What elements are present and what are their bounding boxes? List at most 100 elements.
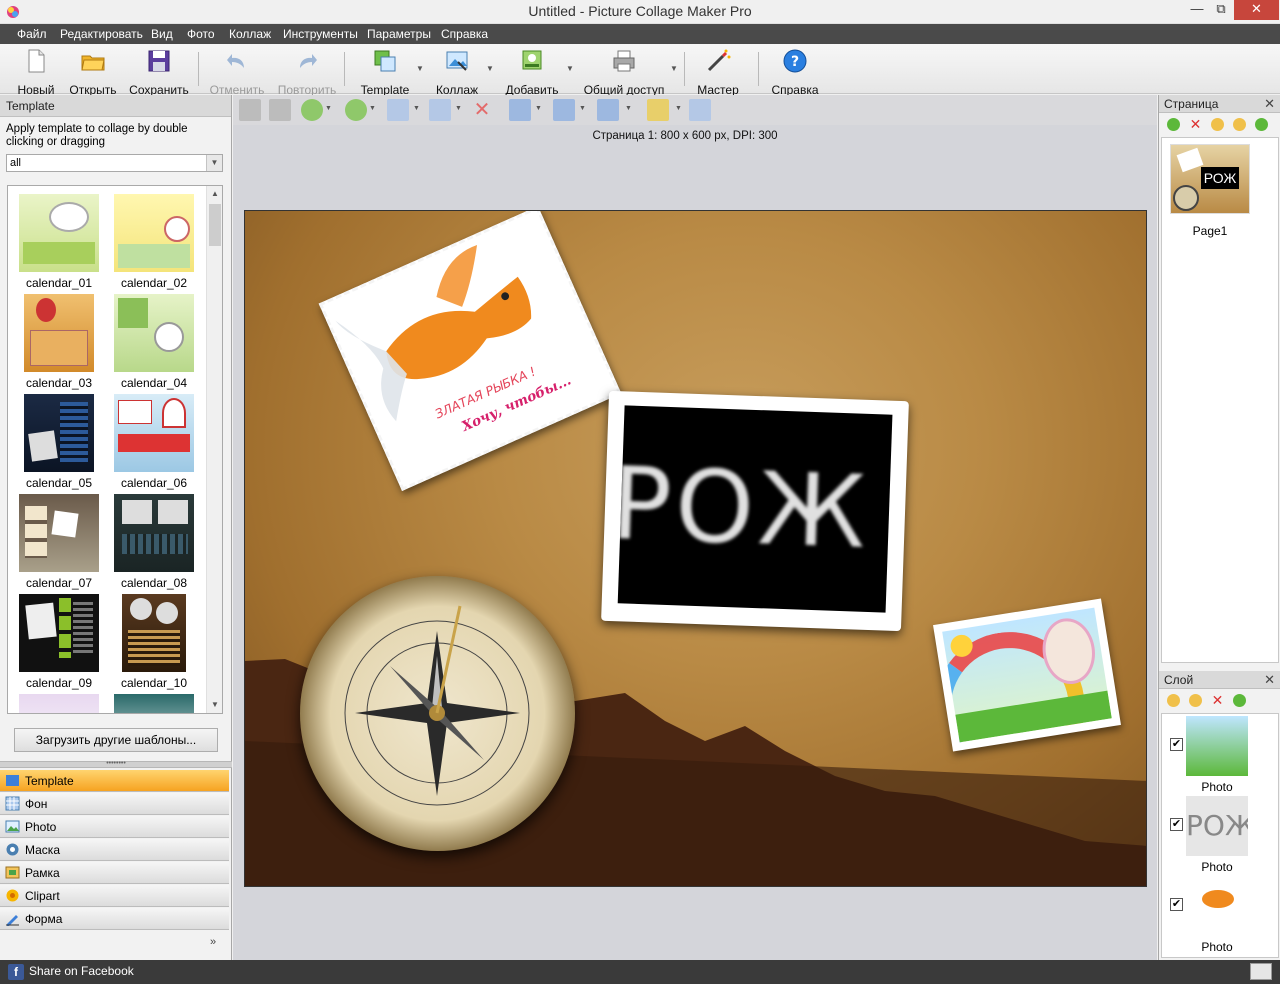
facebook-icon[interactable]: f xyxy=(8,964,24,980)
chevron-down-icon[interactable]: ▼ xyxy=(206,155,222,171)
template-button[interactable]: Template xyxy=(356,46,414,97)
effects-icon[interactable] xyxy=(647,99,669,121)
delete-icon[interactable]: ✕ xyxy=(471,99,493,121)
rozh-text-photo[interactable]: РОЖ xyxy=(601,390,909,632)
nav-clipart[interactable]: Clipart xyxy=(0,885,229,907)
template-item[interactable]: calendar_10 xyxy=(109,594,199,690)
move-down-icon[interactable] xyxy=(345,99,367,121)
template-item[interactable]: calendar_06 xyxy=(109,394,199,490)
template-item[interactable]: calendar_04 xyxy=(109,294,199,390)
layer-visibility-checkbox[interactable]: ✔ xyxy=(1170,818,1183,831)
close-button[interactable]: ✕ xyxy=(1234,0,1279,20)
refresh-layers-icon[interactable] xyxy=(1233,694,1246,707)
nav-shape[interactable]: Форма xyxy=(0,908,229,930)
align-left-icon[interactable] xyxy=(553,99,575,121)
user-icon[interactable] xyxy=(239,99,261,121)
help-button[interactable]: ? Справка xyxy=(768,46,822,97)
rotate-right-icon[interactable] xyxy=(387,99,409,121)
layer-item[interactable]: ✔ РОЖ Photo xyxy=(1162,796,1280,876)
collage-button[interactable]: Коллаж xyxy=(432,46,482,97)
chevron-down-icon[interactable]: ▼ xyxy=(579,105,586,112)
move-page-down-icon[interactable] xyxy=(1233,118,1246,131)
share-dropdown-arrow[interactable]: ▼ xyxy=(670,64,678,73)
add-page-icon[interactable] xyxy=(1167,118,1180,131)
move-page-up-icon[interactable] xyxy=(1211,118,1224,131)
maximize-button[interactable]: ⧉ xyxy=(1206,0,1236,20)
template-item[interactable]: calendar_03 xyxy=(14,294,104,390)
menu-photo[interactable]: Фото xyxy=(185,26,217,42)
close-icon[interactable]: ✕ xyxy=(1264,95,1275,113)
chevron-down-icon[interactable]: ▼ xyxy=(413,105,420,112)
nav-photo[interactable]: Photo xyxy=(0,816,229,838)
monitor-icon[interactable] xyxy=(1250,963,1272,980)
layer-visibility-checkbox[interactable]: ✔ xyxy=(1170,738,1183,751)
menu-tools[interactable]: Инструменты xyxy=(281,26,360,42)
share-on-facebook-link[interactable]: Share on Facebook xyxy=(29,964,134,978)
goldfish-photo[interactable]: ЗЛАТАЯ РЫБКА ! Хочу, чтобы... xyxy=(318,211,622,491)
chevron-down-icon[interactable]: ▼ xyxy=(625,105,632,112)
nav-mask[interactable]: Маска xyxy=(0,839,229,861)
wizard-button[interactable]: Мастер xyxy=(694,46,742,97)
properties-icon[interactable] xyxy=(689,99,711,121)
redo-button[interactable]: Повторить xyxy=(276,46,338,97)
layer-down-icon[interactable] xyxy=(1189,694,1202,707)
compass-image[interactable] xyxy=(300,576,575,851)
close-icon[interactable]: ✕ xyxy=(1264,671,1275,689)
page-thumbnail[interactable]: РОЖ xyxy=(1170,144,1250,214)
chevron-down-icon[interactable]: ▼ xyxy=(369,105,376,112)
template-dropdown-arrow[interactable]: ▼ xyxy=(416,64,424,73)
layers-list[interactable]: ✔ Photo ✔ РОЖ Photo ✔ Photo xyxy=(1161,713,1279,958)
scroll-up-icon[interactable]: ▲ xyxy=(207,186,222,202)
add-button[interactable]: Добавить xyxy=(500,46,564,97)
template-item[interactable] xyxy=(14,694,104,713)
chevron-down-icon[interactable]: ▼ xyxy=(325,105,332,112)
refresh-icon[interactable] xyxy=(1255,118,1268,131)
menu-view[interactable]: Вид xyxy=(149,26,175,42)
layer-up-icon[interactable] xyxy=(1167,694,1180,707)
load-more-templates-button[interactable]: Загрузить другие шаблоны... xyxy=(14,728,218,752)
collage-canvas[interactable]: ЗЛАТАЯ РЫБКА ! Хочу, чтобы... РОЖ xyxy=(244,210,1147,887)
open-button[interactable]: Открыть xyxy=(66,46,120,97)
template-item[interactable]: calendar_01 xyxy=(14,194,104,290)
template-item[interactable]: calendar_07 xyxy=(14,494,104,590)
crop-icon[interactable] xyxy=(269,99,291,121)
panel-splitter[interactable]: •••••••• xyxy=(0,760,232,768)
delete-page-icon[interactable]: ✕ xyxy=(1189,117,1202,131)
template-item[interactable] xyxy=(109,694,199,713)
chevron-down-icon[interactable]: ▼ xyxy=(675,105,682,112)
save-button[interactable]: Сохранить xyxy=(128,46,190,97)
align-center-icon[interactable] xyxy=(509,99,531,121)
rainbow-baby-photo[interactable] xyxy=(933,598,1121,752)
menu-help[interactable]: Справка xyxy=(439,26,490,42)
template-item[interactable]: calendar_09 xyxy=(14,594,104,690)
template-list[interactable]: calendar_01 calendar_02 calendar_03 cale… xyxy=(7,185,223,714)
template-filter-select[interactable]: all ▼ xyxy=(6,154,223,172)
layer-item[interactable]: ✔ Photo xyxy=(1162,876,1280,956)
template-item[interactable]: calendar_05 xyxy=(14,394,104,490)
pages-list[interactable]: РОЖ Page1 xyxy=(1161,137,1279,663)
menu-edit[interactable]: Редактировать xyxy=(58,26,145,42)
move-up-icon[interactable] xyxy=(301,99,323,121)
layer-visibility-checkbox[interactable]: ✔ xyxy=(1170,898,1183,911)
scroll-down-icon[interactable]: ▼ xyxy=(207,697,222,713)
distribute-icon[interactable] xyxy=(597,99,619,121)
nav-frame[interactable]: Рамка xyxy=(0,862,229,884)
new-button[interactable]: Новый xyxy=(12,46,60,97)
undo-button[interactable]: Отменить xyxy=(206,46,268,97)
rotate-left-icon[interactable] xyxy=(429,99,451,121)
template-item[interactable]: calendar_08 xyxy=(109,494,199,590)
share-button[interactable]: Общий доступ xyxy=(582,46,666,97)
nav-more-button[interactable]: » xyxy=(210,936,216,948)
nav-template[interactable]: Template xyxy=(0,770,229,792)
collage-dropdown-arrow[interactable]: ▼ xyxy=(486,64,494,73)
layer-item[interactable]: ✔ Photo xyxy=(1162,716,1280,796)
nav-background[interactable]: Фон xyxy=(0,793,229,815)
menu-options[interactable]: Параметры xyxy=(365,26,433,42)
chevron-down-icon[interactable]: ▼ xyxy=(535,105,542,112)
menu-collage[interactable]: Коллаж xyxy=(227,26,273,42)
menu-file[interactable]: Файл xyxy=(15,26,49,42)
template-list-scrollbar[interactable]: ▲ ▼ xyxy=(206,186,222,713)
template-item[interactable]: calendar_02 xyxy=(109,194,199,290)
add-dropdown-arrow[interactable]: ▼ xyxy=(566,64,574,73)
scrollbar-thumb[interactable] xyxy=(209,204,221,246)
